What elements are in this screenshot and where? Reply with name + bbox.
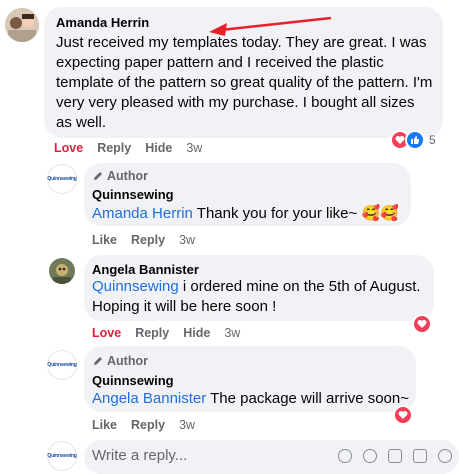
reply-button[interactable]: Reply bbox=[131, 233, 165, 247]
reply-button[interactable]: Reply bbox=[97, 141, 131, 155]
page-logo: Quinnsewing bbox=[47, 362, 77, 368]
comment-actions: Love Reply Hide 3w bbox=[54, 141, 216, 155]
reply-actions: Like Reply 3w bbox=[92, 418, 209, 432]
hide-button[interactable]: Hide bbox=[145, 141, 172, 155]
sticker-icon[interactable] bbox=[438, 449, 452, 463]
comment-text: Just received my templates today. They a… bbox=[56, 34, 433, 131]
reply-button[interactable]: Reply bbox=[135, 326, 169, 340]
gif-icon[interactable] bbox=[413, 449, 427, 463]
love-button[interactable]: Love bbox=[54, 141, 83, 155]
pencil-icon bbox=[94, 357, 102, 365]
reply-text: Amanda Herrin Thank you for your like~ 🥰… bbox=[92, 204, 399, 224]
heart-icon bbox=[412, 314, 432, 334]
pencil-icon bbox=[94, 172, 102, 180]
camera-icon[interactable] bbox=[388, 449, 402, 463]
reply-actions: Love Reply Hide 3w bbox=[92, 326, 254, 340]
like-button[interactable]: Like bbox=[92, 418, 117, 432]
page-logo: Quinnsewing bbox=[47, 176, 77, 182]
author-badge-label: Author bbox=[107, 354, 148, 368]
comment-author[interactable]: Amanda Herrin bbox=[56, 15, 149, 30]
reply-input[interactable]: Write a reply... bbox=[84, 440, 459, 474]
avatar-angela-bannister[interactable] bbox=[49, 258, 75, 284]
avatar-quinnsewing[interactable]: Quinnsewing bbox=[47, 350, 77, 380]
mention-link[interactable]: Angela Bannister bbox=[92, 390, 206, 407]
like-icon bbox=[405, 130, 425, 150]
timestamp[interactable]: 3w bbox=[179, 418, 195, 432]
hide-button[interactable]: Hide bbox=[183, 326, 210, 340]
author-badge: Author bbox=[92, 354, 148, 368]
heart-icon bbox=[393, 405, 413, 425]
reaction-summary[interactable] bbox=[412, 314, 432, 334]
avatar-amanda-herrin[interactable] bbox=[5, 8, 39, 42]
reaction-summary[interactable]: 5 bbox=[390, 130, 436, 150]
avatar-quinnsewing[interactable]: Quinnsewing bbox=[47, 164, 77, 194]
reply-author[interactable]: Angela Bannister bbox=[92, 262, 199, 277]
reply-body: The package will arrive soon~ bbox=[206, 390, 409, 407]
avatar-quinnsewing: Quinnsewing bbox=[47, 441, 77, 471]
avatar-sticker-icon[interactable] bbox=[363, 449, 377, 463]
reaction-summary[interactable] bbox=[393, 405, 413, 425]
timestamp[interactable]: 3w bbox=[179, 233, 195, 247]
author-badge-label: Author bbox=[107, 169, 148, 183]
reply-button[interactable]: Reply bbox=[131, 418, 165, 432]
reply-input-placeholder: Write a reply... bbox=[92, 447, 188, 464]
reply-text: Quinnsewing i ordered mine on the 5th of… bbox=[92, 277, 430, 317]
reply-author[interactable]: Quinnsewing bbox=[92, 187, 174, 202]
avatar-photo bbox=[5, 8, 39, 42]
reply-actions: Like Reply 3w bbox=[92, 233, 209, 247]
mention-link[interactable]: Quinnsewing bbox=[92, 278, 179, 295]
author-badge: Author bbox=[92, 169, 148, 183]
reply-author[interactable]: Quinnsewing bbox=[92, 373, 174, 388]
reply-body: Thank you for your like~ 🥰🥰 bbox=[192, 205, 399, 222]
love-button[interactable]: Love bbox=[92, 326, 121, 340]
reply-text: Angela Bannister The package will arrive… bbox=[92, 389, 409, 409]
like-button[interactable]: Like bbox=[92, 233, 117, 247]
timestamp[interactable]: 3w bbox=[186, 141, 202, 155]
annotation-arrow-icon bbox=[209, 16, 332, 36]
mention-link[interactable]: Amanda Herrin bbox=[92, 205, 193, 222]
reaction-count: 5 bbox=[429, 133, 436, 147]
page-logo: Quinnsewing bbox=[47, 453, 77, 459]
avatar-photo bbox=[49, 258, 75, 284]
timestamp[interactable]: 3w bbox=[224, 326, 240, 340]
emoji-icon[interactable] bbox=[338, 449, 352, 463]
